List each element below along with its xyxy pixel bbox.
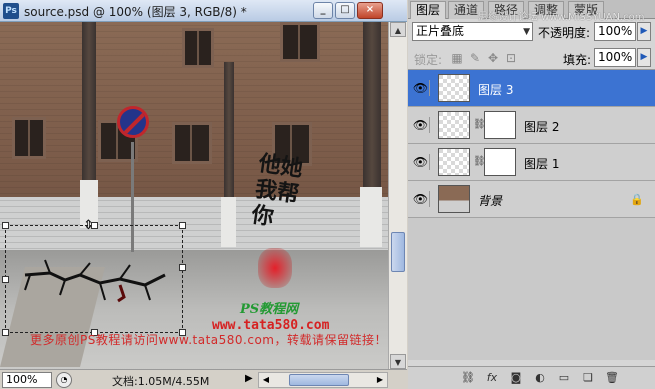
- minimize-button[interactable]: _: [313, 2, 333, 19]
- layer-row-background[interactable]: 👁 背景 🔒: [408, 181, 655, 218]
- link-layers-icon[interactable]: ⛓: [460, 370, 476, 386]
- layers-panel: 图层 通道 路径 调整 蒙版 思缘设计论坛 www.MISSYUAN.com 正…: [408, 0, 655, 389]
- building-window: [182, 28, 214, 68]
- document-size: 文档:1.05M/4.55M: [112, 375, 210, 388]
- opacity-slider-icon[interactable]: ▶: [637, 22, 651, 41]
- vertical-scrollbar[interactable]: ▲ ▼: [388, 22, 407, 369]
- scroll-left-icon[interactable]: ◀: [259, 373, 273, 387]
- transform-bounding-box[interactable]: [2, 222, 186, 336]
- eye-icon[interactable]: 👁: [412, 154, 430, 170]
- transform-handle[interactable]: [2, 222, 9, 229]
- fx-icon[interactable]: fx: [484, 370, 500, 386]
- zoom-level-field[interactable]: 100%: [2, 372, 52, 388]
- move-cursor-icon: ⇕: [83, 218, 94, 233]
- new-layer-icon[interactable]: ❏: [580, 370, 596, 386]
- transform-handle[interactable]: [179, 264, 186, 271]
- eye-icon[interactable]: 👁: [412, 191, 430, 207]
- blend-row: 正片叠底 ▼ 不透明度: 100% ▶: [408, 20, 655, 44]
- painted-trunk: [360, 187, 382, 247]
- opacity-field[interactable]: 100%: [594, 22, 636, 41]
- layer-name[interactable]: 图层 1: [524, 155, 559, 172]
- panel-tabs: 图层 通道 路径 调整 蒙版 思缘设计论坛 www.MISSYUAN.com: [408, 0, 655, 23]
- layer-thumbnail: [438, 185, 470, 213]
- status-options-icon[interactable]: ◔: [56, 372, 72, 388]
- eye-icon[interactable]: 👁: [412, 117, 430, 133]
- layer-name[interactable]: 图层 2: [524, 118, 559, 135]
- scroll-down-icon[interactable]: ▼: [390, 354, 406, 369]
- group-folder-icon[interactable]: ▭: [556, 370, 572, 386]
- maximize-button[interactable]: □: [335, 2, 355, 19]
- building-window: [12, 117, 46, 159]
- add-mask-icon[interactable]: ◙: [508, 370, 524, 386]
- watermark-note: 更多原创PS教程请访问www.tata580.com，转载请保留链接！: [30, 333, 387, 347]
- photoshop-app-icon: Ps: [3, 3, 19, 19]
- transform-handle[interactable]: [2, 329, 9, 336]
- fill-slider-icon[interactable]: ▶: [637, 48, 651, 67]
- layer-thumbnail: [438, 111, 470, 139]
- transform-handle[interactable]: [2, 276, 9, 283]
- image-canvas[interactable]: ⇕ 他她我帮你 PS教程网 www.tata580.com 更多原创PS教程请访…: [0, 22, 388, 369]
- building-window: [172, 122, 212, 164]
- no-parking-sign: [117, 106, 149, 138]
- layer-row-layer3[interactable]: 👁 图层 3: [408, 70, 655, 107]
- adjustment-layer-icon[interactable]: ◐: [532, 370, 548, 386]
- red-seal-stamp: [258, 248, 292, 288]
- trash-icon[interactable]: 🗑: [604, 370, 620, 386]
- layer-list: 👁 图层 3 👁 ⛓ 图层 2 👁 ⛓ 图层 1 👁 背景 🔒: [408, 70, 655, 360]
- horizontal-scroll-thumb[interactable]: [289, 374, 349, 386]
- document-window: Ps source.psd @ 100% (图层 3, RGB/8) * _ □…: [0, 0, 407, 389]
- calligraphy-text: 他她我帮你: [249, 150, 305, 231]
- layer-thumbnail: [438, 74, 470, 102]
- status-bar: 100% ◔ 文档:1.05M/4.55M ▶ ◀ ▶: [0, 369, 407, 389]
- fill-label: 填充:: [563, 53, 592, 67]
- layer-mask-thumbnail[interactable]: [484, 111, 516, 139]
- lock-image-icon[interactable]: ✎: [468, 51, 482, 65]
- watermark-title: PS教程网: [240, 302, 299, 317]
- fill-field[interactable]: 100%: [594, 48, 636, 67]
- panel-footer: ⛓ fx ◙ ◐ ▭ ❏ 🗑: [408, 366, 655, 389]
- layer-thumbnail: [438, 148, 470, 176]
- layer-mask-thumbnail[interactable]: [484, 148, 516, 176]
- layer-row-layer1[interactable]: 👁 ⛓ 图层 1: [408, 144, 655, 181]
- scroll-right-icon[interactable]: ▶: [373, 373, 387, 387]
- lock-position-icon[interactable]: ✥: [486, 51, 500, 65]
- close-button[interactable]: ×: [357, 2, 383, 19]
- layer-row-layer2[interactable]: 👁 ⛓ 图层 2: [408, 107, 655, 144]
- lock-label: 锁定:: [414, 53, 443, 67]
- document-titlebar[interactable]: Ps source.psd @ 100% (图层 3, RGB/8) * _ □…: [0, 0, 407, 22]
- status-menu-arrow-icon[interactable]: ▶: [245, 373, 253, 384]
- tab-layers[interactable]: 图层: [410, 1, 447, 19]
- eye-icon[interactable]: 👁: [412, 80, 430, 96]
- lock-row: 锁定: ▦ ✎ ✥ ⊡ 填充: 100% ▶: [408, 46, 655, 70]
- photoshop-window: Ps source.psd @ 100% (图层 3, RGB/8) * _ □…: [0, 0, 655, 389]
- layer-name[interactable]: 图层 3: [478, 81, 513, 98]
- building-window: [280, 22, 320, 62]
- transform-handle[interactable]: [179, 222, 186, 229]
- layer-name[interactable]: 背景: [478, 192, 502, 209]
- document-title: source.psd @ 100% (图层 3, RGB/8) *: [24, 5, 247, 19]
- horizontal-scrollbar[interactable]: ◀ ▶: [258, 372, 388, 388]
- lock-transparency-icon[interactable]: ▦: [450, 51, 464, 65]
- lock-all-icon[interactable]: ⊡: [504, 51, 518, 65]
- blend-mode-select[interactable]: 正片叠底 ▼: [412, 22, 533, 41]
- lock-icon: 🔒: [630, 193, 644, 206]
- painted-trunk: [221, 197, 236, 247]
- chevron-down-icon: ▼: [523, 27, 530, 37]
- blend-mode-value: 正片叠底: [416, 24, 465, 38]
- vertical-scroll-thumb[interactable]: [391, 232, 405, 272]
- opacity-label: 不透明度:: [538, 26, 591, 40]
- scroll-up-icon[interactable]: ▲: [390, 22, 406, 37]
